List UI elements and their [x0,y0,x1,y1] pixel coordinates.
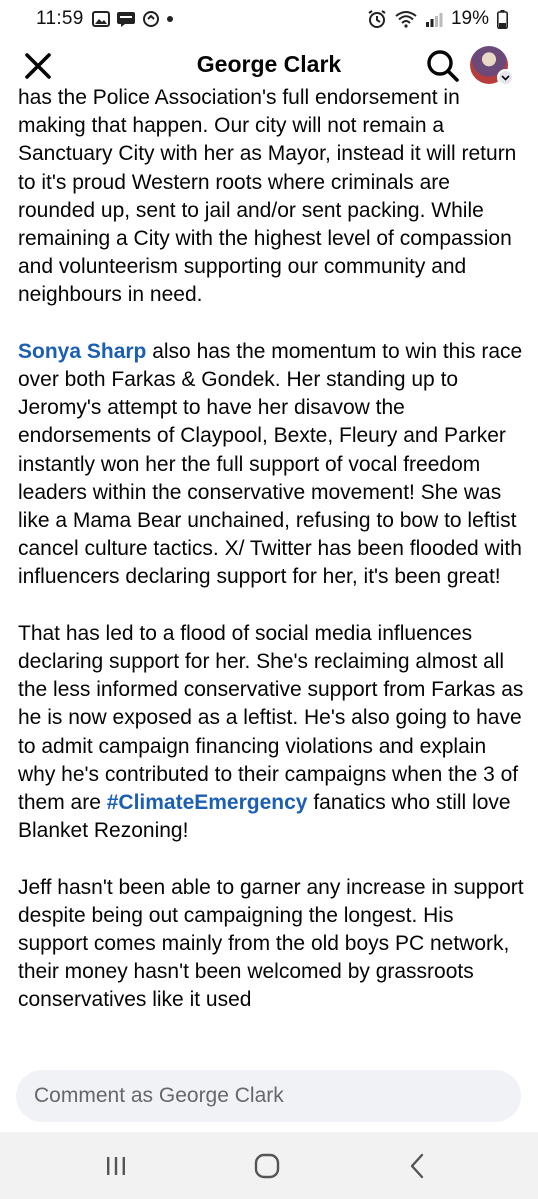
comment-bar: Comment as George Clark [0,1060,538,1132]
profile-menu-button[interactable] [470,46,514,86]
post-body: has the Police Association's full endors… [18,84,526,1058]
wifi-icon [395,11,417,28]
post-paragraph: Sonya Sharp also has the momentum to win… [18,338,526,592]
message-icon [117,12,135,27]
post-text: also has the momentum to win this race o… [18,339,523,589]
signal-icon [425,13,443,27]
status-time: 11:59 [36,8,84,29]
notification-icons [92,10,174,28]
alarm-icon [368,10,386,28]
sync-icon [143,11,159,27]
post-text: That has led to a flood of social media … [18,621,524,815]
comment-input[interactable]: Comment as George Clark [16,1070,521,1122]
profile-mention-link[interactable]: Sonya Sharp [18,340,146,363]
home-button[interactable] [247,1150,287,1182]
hashtag-link[interactable]: #ClimateEmergency [107,791,308,814]
search-button[interactable] [425,48,461,84]
dot-icon [167,16,173,22]
system-nav-bar [0,1132,538,1199]
system-icons: 19% [367,8,508,30]
post-paragraph: Jeff hasn't been able to garner any incr… [18,875,524,1012]
battery-icon [497,9,508,29]
back-icon [410,1153,424,1179]
gallery-icon [92,11,110,27]
status-bar: 11:59 19% [0,0,538,36]
search-icon [427,50,459,82]
recents-button[interactable] [96,1150,136,1182]
post-paragraph: That has led to a flood of social media … [18,620,526,846]
post-paragraph: has the Police Association's full endors… [18,86,517,307]
back-button[interactable] [398,1150,438,1182]
home-icon [254,1153,280,1179]
battery-percent: 19% [450,8,489,29]
recents-icon [107,1157,125,1175]
